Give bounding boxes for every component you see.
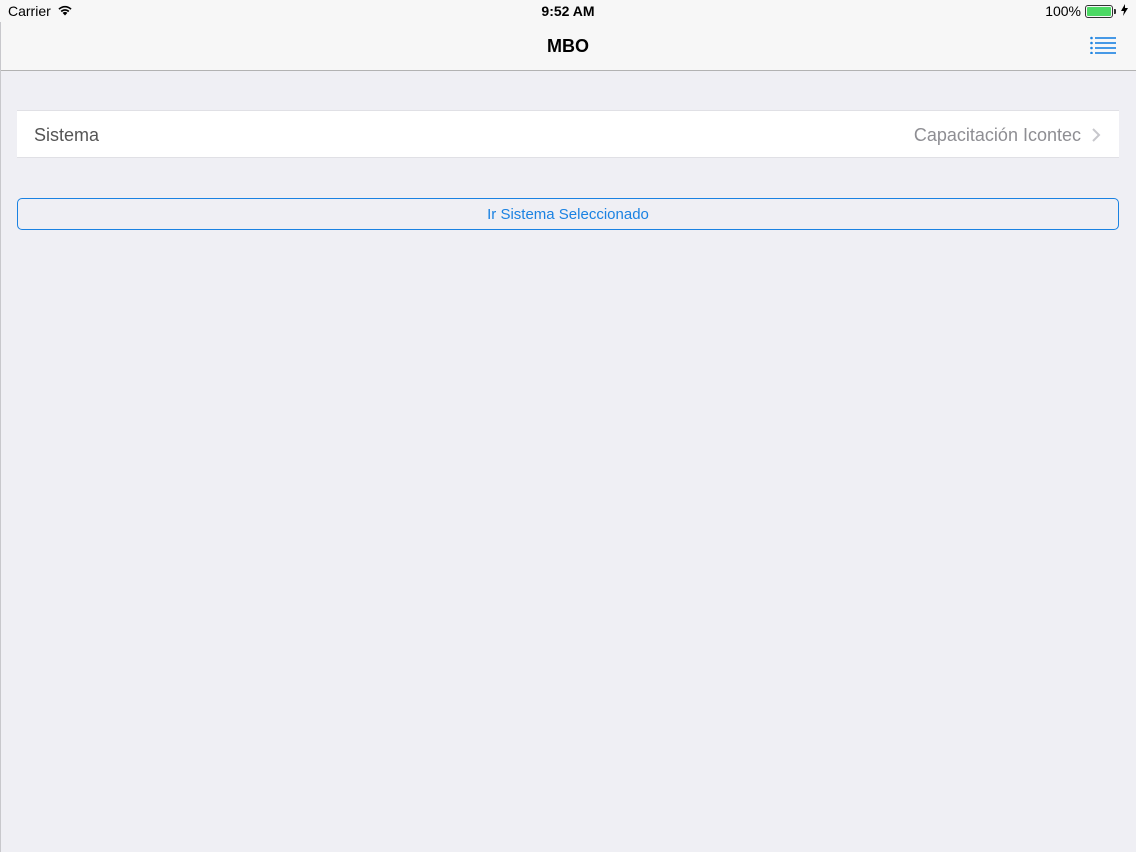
battery-percent: 100% [1045,3,1081,19]
system-selector-row[interactable]: Sistema Capacitación Icontec [17,110,1119,158]
app-screen: Carrier 9:52 AM 100% MBO Sistema Capacit… [0,0,1136,852]
go-selected-system-button[interactable]: Ir Sistema Seleccionado [17,198,1119,230]
list-icon[interactable] [1090,36,1116,58]
navigation-bar: MBO [0,22,1136,71]
status-right: 100% [1045,3,1128,19]
status-time: 9:52 AM [541,3,595,19]
page-title: MBO [547,36,589,56]
charging-icon [1121,3,1128,19]
battery-icon [1085,4,1116,18]
battery-cap [1114,8,1116,14]
battery-fill [1087,6,1111,16]
system-value: Capacitación Icontec [913,125,1081,145]
chevron-right-icon [1091,127,1101,143]
status-bar: Carrier 9:52 AM 100% [0,0,1136,22]
system-label: Sistema [34,125,100,145]
left-divider [0,22,1,852]
